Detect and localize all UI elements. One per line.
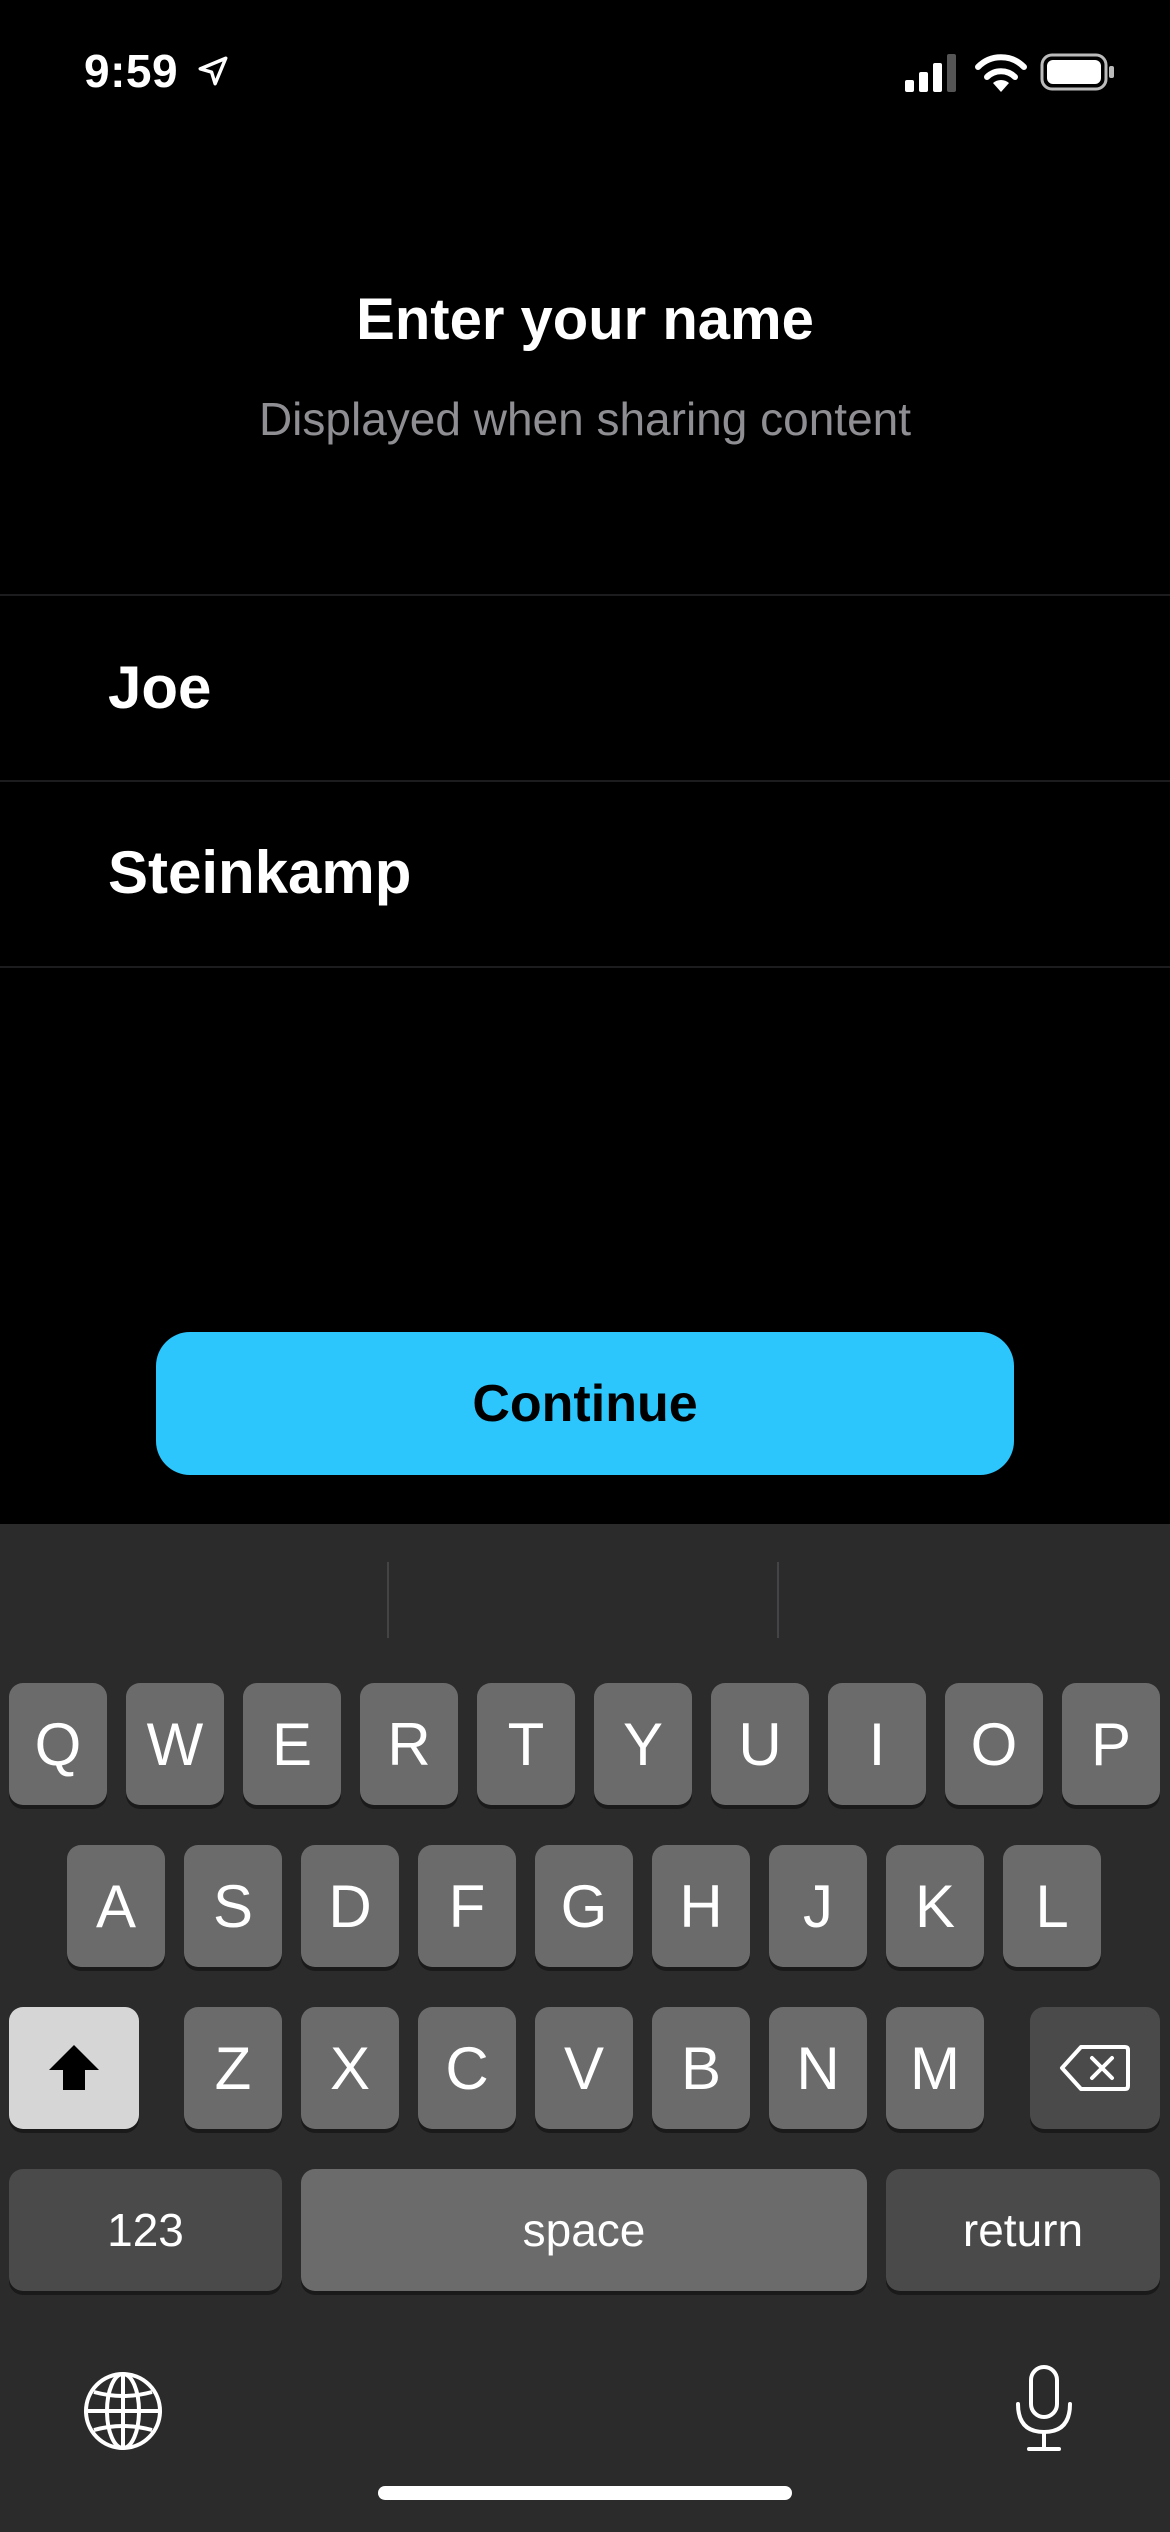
shift-key[interactable] [9, 2007, 139, 2129]
cellular-signal-icon [905, 54, 956, 92]
key-g[interactable]: G [535, 1845, 633, 1967]
key-u[interactable]: U [711, 1683, 809, 1805]
key-s[interactable]: S [184, 1845, 282, 1967]
status-time: 9:59 [84, 45, 179, 97]
key-m[interactable]: M [886, 2007, 984, 2129]
suggestion-divider [777, 1562, 779, 1638]
divider [0, 594, 1170, 596]
location-arrow-icon [198, 56, 228, 86]
key-y[interactable]: Y [594, 1683, 692, 1805]
key-p[interactable]: P [1062, 1683, 1160, 1805]
key-i[interactable]: I [828, 1683, 926, 1805]
key-f[interactable]: F [418, 1845, 516, 1967]
key-h[interactable]: H [652, 1845, 750, 1967]
wifi-icon [975, 54, 1027, 92]
key-q[interactable]: Q [9, 1683, 107, 1805]
key-w[interactable]: W [126, 1683, 224, 1805]
key-n[interactable]: N [769, 2007, 867, 2129]
numbers-key[interactable]: 123 [9, 2169, 282, 2291]
globe-icon[interactable] [82, 2370, 164, 2452]
last-name-field[interactable] [108, 813, 1068, 933]
continue-button[interactable]: Continue [156, 1332, 1014, 1475]
key-e[interactable]: E [243, 1683, 341, 1805]
space-key[interactable]: space [301, 2169, 867, 2291]
page-subtitle: Displayed when sharing content [258, 393, 912, 445]
shift-icon [49, 2045, 99, 2090]
microphone-icon[interactable] [1011, 2364, 1077, 2454]
key-j[interactable]: J [769, 1845, 867, 1967]
key-v[interactable]: V [535, 2007, 633, 2129]
key-x[interactable]: X [301, 2007, 399, 2129]
key-t[interactable]: T [477, 1683, 575, 1805]
key-l[interactable]: L [1003, 1845, 1101, 1967]
key-k[interactable]: K [886, 1845, 984, 1967]
divider [0, 780, 1170, 782]
key-d[interactable]: D [301, 1845, 399, 1967]
return-key[interactable]: return [886, 2169, 1160, 2291]
home-indicator [378, 2486, 792, 2500]
key-b[interactable]: B [652, 2007, 750, 2129]
key-r[interactable]: R [360, 1683, 458, 1805]
suggestion-divider [387, 1562, 389, 1638]
page-title: Enter your name [356, 287, 814, 352]
backspace-key[interactable] [1030, 2007, 1160, 2129]
key-c[interactable]: C [418, 2007, 516, 2129]
divider [0, 966, 1170, 968]
key-z[interactable]: Z [184, 2007, 282, 2129]
backspace-icon [1060, 2045, 1130, 2091]
first-name-field[interactable] [108, 628, 1068, 748]
key-o[interactable]: O [945, 1683, 1043, 1805]
battery-icon [1040, 53, 1114, 91]
key-a[interactable]: A [67, 1845, 165, 1967]
